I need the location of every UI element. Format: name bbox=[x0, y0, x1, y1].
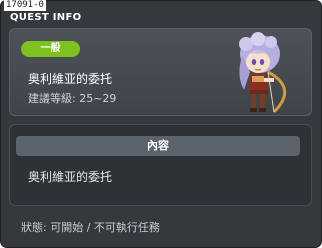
quest-category-badge: 一般 bbox=[21, 41, 80, 57]
content-section-header: 內容 bbox=[16, 136, 300, 156]
window-title: QUEST INFO bbox=[10, 12, 82, 23]
quest-name: 奥利維亚的委托 bbox=[28, 72, 113, 86]
quest-status-text: 狀態: 可開始 / 不可執行任務 bbox=[21, 221, 160, 234]
npc-olivia-portrait-icon bbox=[239, 32, 286, 114]
quest-level-requirement: 建議等級: 25~29 bbox=[28, 92, 117, 105]
content-section-text: 奥利維亚的委托 bbox=[28, 170, 113, 184]
window-id-tag: 17091-0 bbox=[4, 0, 46, 11]
